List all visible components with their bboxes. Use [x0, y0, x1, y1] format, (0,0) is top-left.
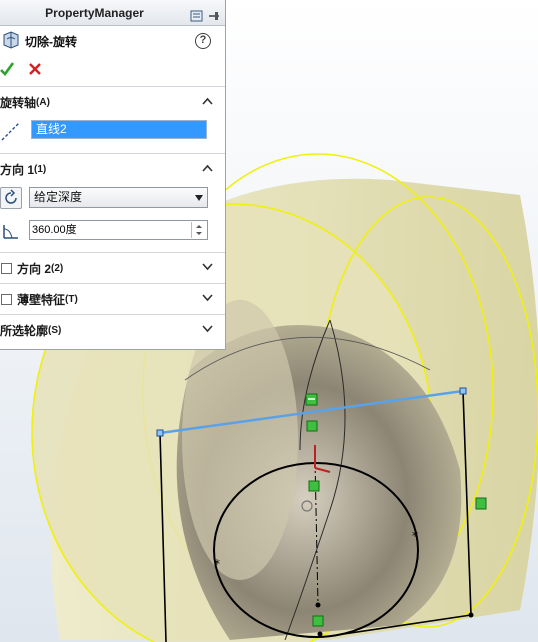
pin-icon[interactable] — [207, 6, 221, 20]
axis-group-label: 旋转轴 — [0, 95, 37, 110]
thin-feature-checkbox[interactable] — [1, 293, 12, 305]
reverse-direction-button[interactable] — [0, 187, 22, 209]
direction2-label: 方向 2 — [17, 261, 52, 276]
direction2-group: 方向 2 (2) — [0, 252, 225, 283]
chevron-up-icon[interactable] — [202, 97, 213, 105]
cut-revolve-icon — [2, 30, 20, 52]
angle-field[interactable]: 360.00度 — [29, 220, 208, 240]
direction1-header[interactable]: 方向 1 (1) — [0, 154, 225, 184]
axis-line-icon — [0, 120, 22, 142]
config-icon[interactable] — [190, 6, 204, 22]
selected-contours-header[interactable]: 所选轮廓 (S) — [0, 315, 225, 345]
axis-selection-field[interactable]: 直线2 — [31, 120, 207, 139]
panel-header: PropertyManager — [0, 0, 225, 26]
feature-name: 切除-旋转 — [25, 34, 77, 49]
thin-feature-group: 薄壁特征 (T) — [0, 283, 225, 314]
feature-header: 切除-旋转 ? — [0, 26, 225, 56]
axis-group-key: (A) — [36, 96, 50, 108]
axis-group-header[interactable]: 旋转轴 (A) — [0, 87, 225, 117]
selected-contours-key: (S) — [48, 324, 62, 336]
dropdown-arrow-icon — [195, 195, 203, 201]
direction2-checkbox[interactable] — [1, 262, 12, 274]
confirm-row — [0, 56, 225, 82]
property-manager-panel: PropertyManager 切除-旋转 ? 旋转轴 (A) 直线2 方向 1… — [0, 0, 226, 350]
end-condition-select[interactable]: 给定深度 — [29, 187, 208, 208]
angle-icon — [0, 219, 22, 241]
end-condition-value: 给定深度 — [34, 190, 83, 204]
svg-text:*: * — [412, 529, 418, 543]
cancel-button[interactable] — [28, 61, 42, 77]
angle-value: 360.00度 — [32, 224, 77, 236]
thin-feature-label: 薄壁特征 — [17, 292, 66, 307]
chevron-up-icon[interactable] — [202, 164, 213, 172]
svg-text:*: * — [214, 557, 220, 571]
thin-feature-key: (T) — [65, 293, 78, 305]
thin-feature-header[interactable]: 薄壁特征 (T) — [0, 284, 225, 314]
direction1-label: 方向 1 — [0, 162, 35, 177]
angle-spinner[interactable] — [191, 222, 205, 238]
chevron-down-icon[interactable] — [202, 294, 213, 302]
direction2-header[interactable]: 方向 2 (2) — [0, 253, 225, 283]
ok-button[interactable] — [0, 61, 15, 77]
chevron-down-icon[interactable] — [202, 325, 213, 333]
direction1-key: (1) — [34, 163, 47, 175]
axis-group: 旋转轴 (A) 直线2 — [0, 86, 225, 153]
direction1-group: 方向 1 (1) 给定深度 360.00度 — [0, 153, 225, 252]
chevron-down-icon[interactable] — [202, 263, 213, 271]
panel-title: PropertyManager — [45, 6, 144, 20]
selected-contours-label: 所选轮廓 — [0, 323, 49, 338]
selected-contours-group: 所选轮廓 (S) — [0, 314, 225, 345]
help-icon[interactable]: ? — [195, 33, 211, 49]
direction2-key: (2) — [51, 262, 64, 274]
